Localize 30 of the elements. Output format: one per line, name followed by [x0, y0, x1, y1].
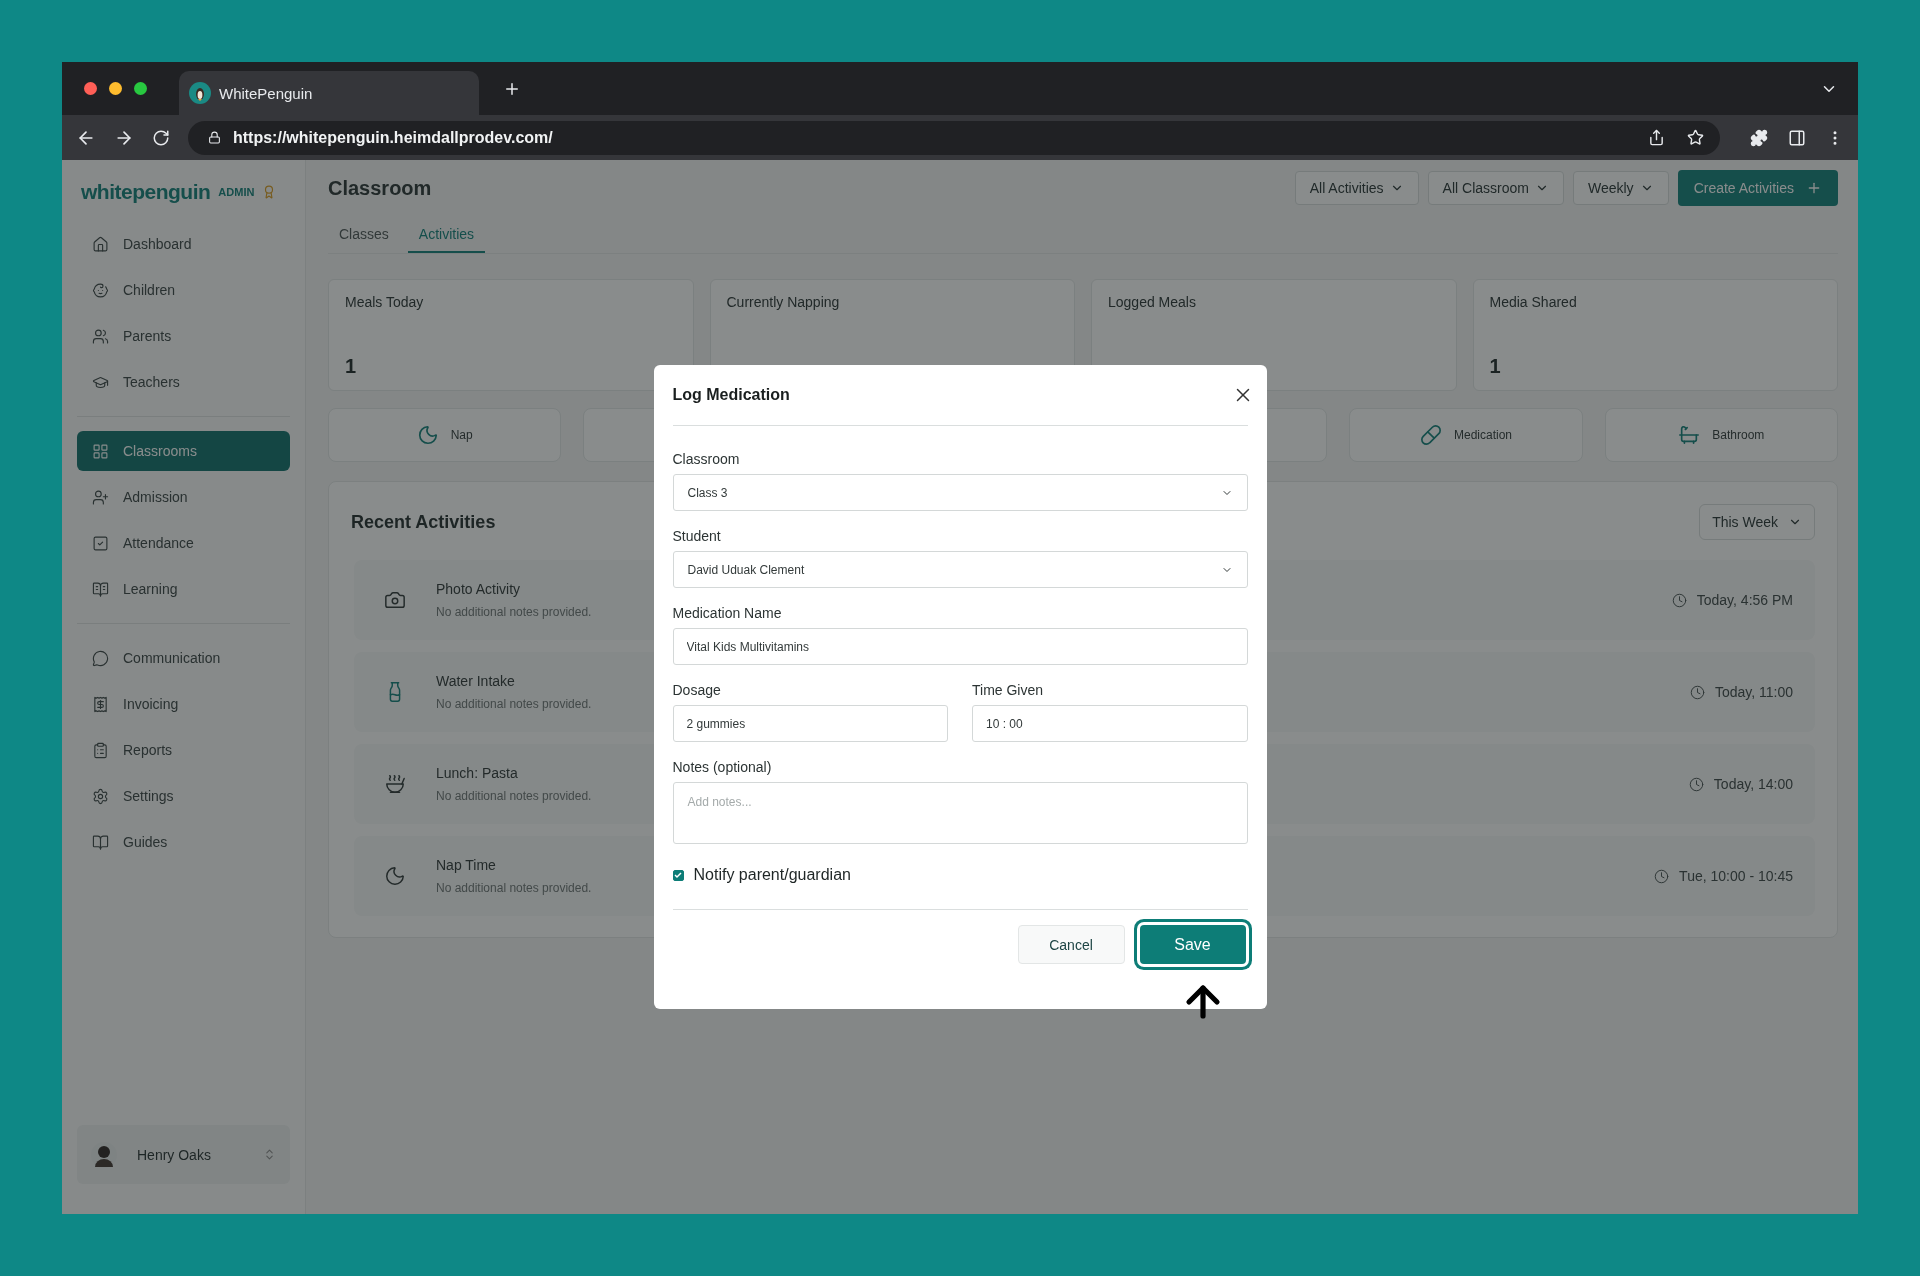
activity-title: Nap Time — [436, 857, 496, 873]
stat-value: 1 — [1489, 355, 1502, 378]
checkbox-label: Notify parent/guardian — [693, 866, 851, 884]
activity-note: No additional notes provided. — [436, 697, 592, 711]
dialog-title: Log Medication — [672, 386, 790, 404]
field-label: Time Given — [972, 681, 1045, 699]
panel-title: Recent Activities — [351, 511, 496, 533]
logo: whitepenguin — [81, 180, 211, 204]
activity-note: No additional notes provided. — [436, 789, 592, 803]
activity-title: Lunch: Pasta — [436, 765, 518, 781]
activity-note: No additional notes provided. — [436, 881, 592, 895]
field-label: Notes (optional) — [672, 758, 773, 776]
activity-title: Photo Activity — [436, 581, 521, 597]
admin-label: ADMIN — [218, 186, 255, 198]
field-label: Student — [672, 527, 722, 545]
page-title: Classroom — [328, 176, 433, 200]
stat-label: Meals Today — [345, 294, 425, 310]
activity-time: Today, 11:00 — [1714, 684, 1793, 700]
activity-time: Tue, 10:00 - 10:45 — [1679, 868, 1793, 884]
field-label: Medication Name — [672, 604, 783, 622]
field-label: Classroom — [672, 450, 741, 468]
field-label: Dosage — [672, 681, 722, 699]
activity-note: No additional notes provided. — [436, 605, 592, 619]
stat-label: Media Shared — [1489, 294, 1578, 310]
activity-title: Water Intake — [436, 673, 515, 689]
stat-label: Logged Meals — [1108, 294, 1197, 310]
activity-time: Today, 4:56 PM — [1696, 592, 1793, 608]
activity-time: Today, 14:00 — [1713, 776, 1793, 792]
stat-label: Currently Napping — [726, 294, 841, 310]
stat-value: 1 — [345, 355, 358, 378]
